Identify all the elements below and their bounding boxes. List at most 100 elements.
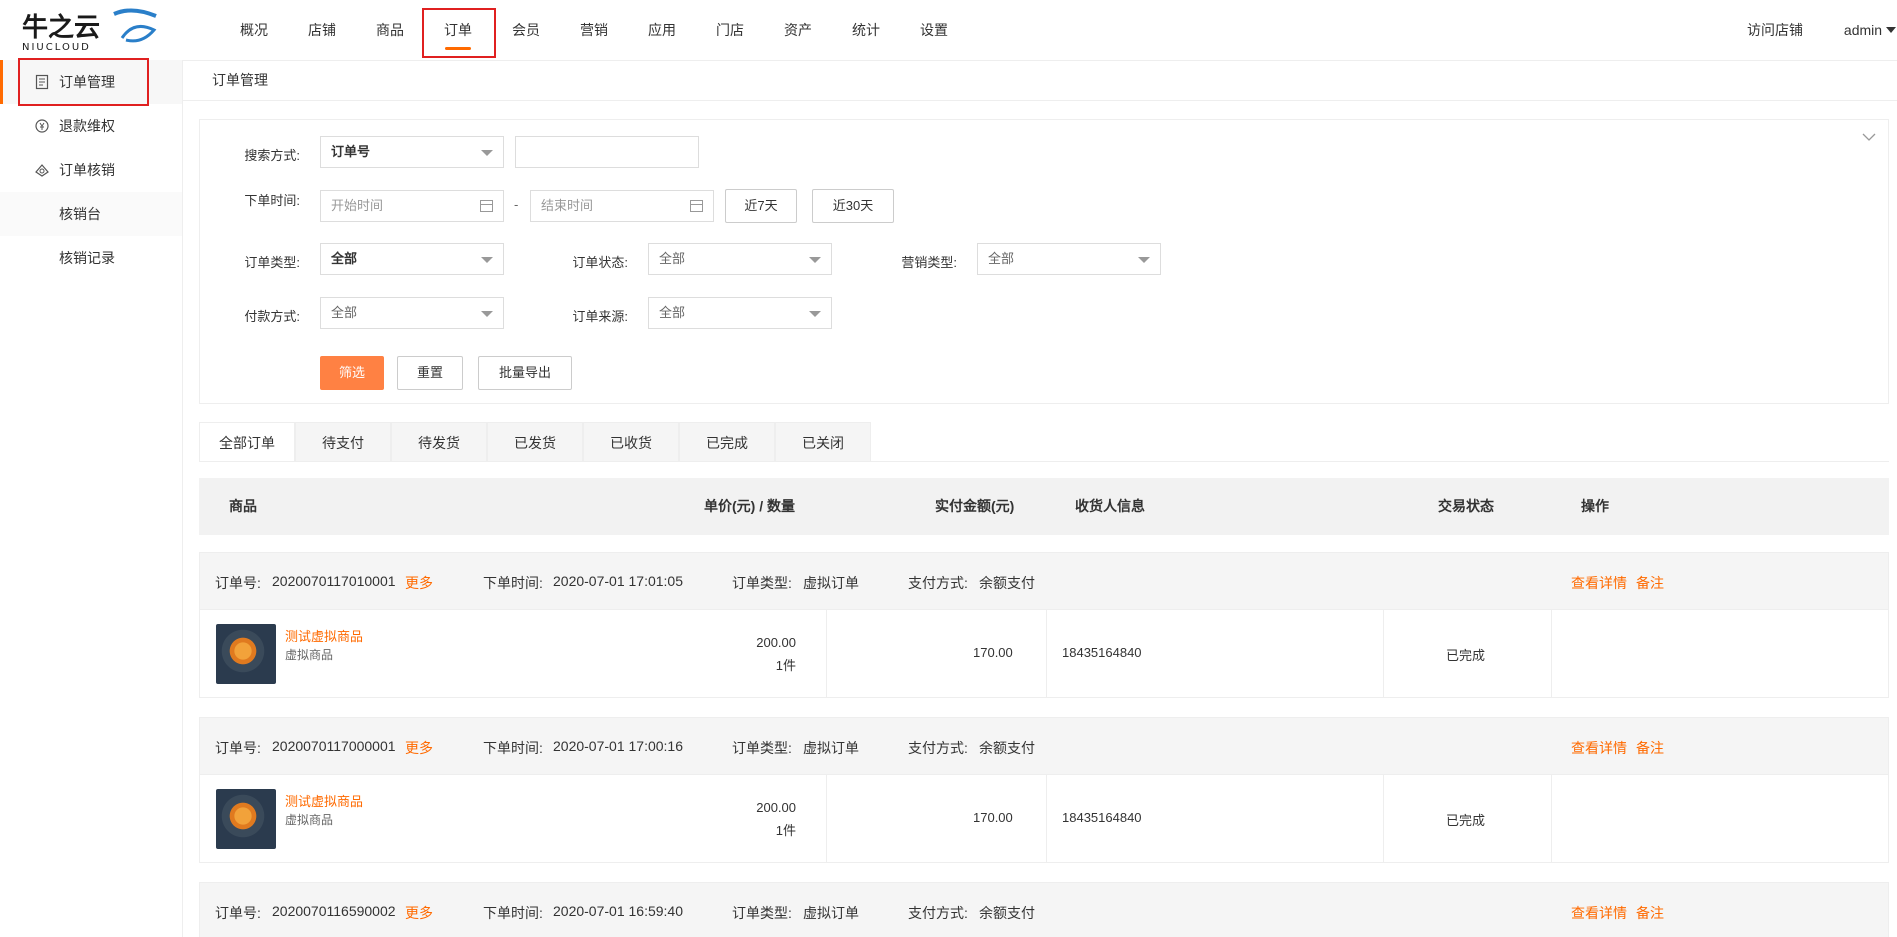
view-detail-link[interactable]: 查看详情 xyxy=(1571,573,1627,593)
marketing-type-select[interactable]: 全部 xyxy=(977,243,1161,275)
end-time-input[interactable]: 结束时间 xyxy=(530,190,714,222)
remark-link[interactable]: 备注 xyxy=(1636,573,1664,593)
nav-overview[interactable]: 概况 xyxy=(234,0,274,60)
highlight-box-nav-order xyxy=(422,8,496,58)
sidebar-item-verify-records[interactable]: 核销记录 xyxy=(0,236,182,280)
sidebar-item-verify-desk[interactable]: 核销台 xyxy=(0,192,182,236)
order-type-select[interactable]: 全部 xyxy=(320,243,504,275)
pay-method-label: 支付方式: xyxy=(908,740,968,756)
tab-received[interactable]: 已收货 xyxy=(583,422,679,462)
marketing-type-value: 全部 xyxy=(988,251,1015,266)
nav-shop[interactable]: 店铺 xyxy=(302,0,342,60)
pay-method: 余额支付 xyxy=(979,575,1035,591)
order-no: 2020070117010001 xyxy=(272,573,396,589)
visit-shop-link[interactable]: 访问店铺 xyxy=(1740,0,1810,60)
order-no: 2020070116590002 xyxy=(272,903,396,919)
remark-link[interactable]: 备注 xyxy=(1636,738,1664,758)
col-paid: 实付金额(元) xyxy=(935,498,1015,514)
pay-method-value: 全部 xyxy=(331,305,358,320)
date-range-dash: - xyxy=(514,197,519,212)
pay-method: 余额支付 xyxy=(979,905,1035,921)
order-no: 2020070117000001 xyxy=(272,738,396,754)
nav-goods[interactable]: 商品 xyxy=(370,0,410,60)
tab-closed[interactable]: 已关闭 xyxy=(775,422,871,462)
reset-button[interactable]: 重置 xyxy=(397,356,463,390)
svg-text:牛之云: 牛之云 xyxy=(22,12,100,43)
cell-divider xyxy=(1046,610,1047,697)
last-30-days-button[interactable]: 近30天 xyxy=(812,189,894,223)
tab-pending-payment[interactable]: 待支付 xyxy=(295,422,391,462)
order-status-value: 全部 xyxy=(659,251,686,266)
batch-export-button[interactable]: 批量导出 xyxy=(478,356,572,390)
order-type-label: 订单类型: xyxy=(732,905,792,921)
more-link[interactable]: 更多 xyxy=(405,738,433,758)
chevron-down-icon xyxy=(809,311,821,317)
nav-stats[interactable]: 统计 xyxy=(846,0,886,60)
refund-icon xyxy=(35,119,49,133)
nav-store[interactable]: 门店 xyxy=(710,0,750,60)
tab-completed[interactable]: 已完成 xyxy=(679,422,775,462)
cell-divider xyxy=(826,775,827,862)
col-goods: 商品 xyxy=(229,498,257,514)
order-status-select[interactable]: 全部 xyxy=(648,243,832,275)
cell-divider xyxy=(1383,610,1384,697)
sidebar-item-verify[interactable]: 订单核销 xyxy=(0,148,182,192)
filter-button[interactable]: 筛选 xyxy=(320,356,384,390)
goods-name-link[interactable]: 测试虚拟商品 xyxy=(285,626,363,645)
view-detail-link[interactable]: 查看详情 xyxy=(1571,903,1627,923)
order-no-label: 订单号: xyxy=(215,740,261,756)
paid-amount: 170.00 xyxy=(973,810,1013,825)
sidebar-item-label: 订单核销 xyxy=(59,162,115,178)
order-table-header: 商品 单价(元) / 数量 实付金额(元) 收货人信息 交易状态 操作 xyxy=(199,478,1889,535)
sidebar: 订单管理 退款维权 订单核销 核销台 核销记录 xyxy=(0,58,183,937)
more-link[interactable]: 更多 xyxy=(405,573,433,593)
receiver-phone: 18435164840 xyxy=(1062,810,1142,825)
breadcrumb: 订单管理 xyxy=(212,72,268,88)
sidebar-item-label: 核销记录 xyxy=(59,250,115,266)
niucloud-logo[interactable]: 牛之云 NIUCLOUD xyxy=(22,8,162,53)
nav-assets[interactable]: 资产 xyxy=(778,0,818,60)
pay-method-select[interactable]: 全部 xyxy=(320,297,504,329)
chevron-down-icon[interactable] xyxy=(1886,27,1896,33)
nav-marketing[interactable]: 营销 xyxy=(574,0,614,60)
trade-status: 已完成 xyxy=(1446,648,1486,663)
tab-all-orders[interactable]: 全部订单 xyxy=(199,422,295,462)
nav-app[interactable]: 应用 xyxy=(642,0,682,60)
marketing-type-label: 营销类型: xyxy=(901,255,957,270)
col-action: 操作 xyxy=(1581,498,1609,514)
last-7-days-button[interactable]: 近7天 xyxy=(725,189,797,223)
sidebar-active-indicator xyxy=(0,60,3,104)
remark-link[interactable]: 备注 xyxy=(1636,903,1664,923)
cell-divider xyxy=(826,610,827,697)
tab-pending-shipment[interactable]: 待发货 xyxy=(391,422,487,462)
start-time-input[interactable]: 开始时间 xyxy=(320,190,504,222)
collapse-chevron-icon[interactable] xyxy=(1862,132,1876,142)
order-source-select[interactable]: 全部 xyxy=(648,297,832,329)
goods-name-link[interactable]: 测试虚拟商品 xyxy=(285,791,363,810)
cell-divider xyxy=(1551,610,1552,697)
verify-icon xyxy=(35,164,49,177)
nav-settings[interactable]: 设置 xyxy=(914,0,954,60)
goods-thumbnail[interactable] xyxy=(216,789,276,849)
filter-panel: 搜索方式: 订单号 下单时间: 开始时间 - 结束时间 近7天 近30天 订单类… xyxy=(199,119,1889,404)
chevron-down-icon xyxy=(809,257,821,263)
order-time-label: 下单时间: xyxy=(483,575,543,591)
more-link[interactable]: 更多 xyxy=(405,903,433,923)
user-menu[interactable]: admin xyxy=(1838,0,1888,60)
goods-subtitle: 虚拟商品 xyxy=(285,813,334,827)
paid-amount: 170.00 xyxy=(973,645,1013,660)
order-type: 虚拟订单 xyxy=(803,575,859,591)
sidebar-item-label: 核销台 xyxy=(59,206,101,222)
pay-method-label: 支付方式: xyxy=(908,575,968,591)
view-detail-link[interactable]: 查看详情 xyxy=(1571,738,1627,758)
sidebar-item-refund[interactable]: 退款维权 xyxy=(0,104,182,148)
order-no-label: 订单号: xyxy=(215,905,261,921)
search-method-select[interactable]: 订单号 xyxy=(320,136,504,168)
nav-member[interactable]: 会员 xyxy=(506,0,546,60)
svg-text:NIUCLOUD: NIUCLOUD xyxy=(22,42,91,52)
order-type: 虚拟订单 xyxy=(803,905,859,921)
tab-shipped[interactable]: 已发货 xyxy=(487,422,583,462)
search-keyword-input[interactable] xyxy=(515,136,699,168)
goods-thumbnail[interactable] xyxy=(216,624,276,684)
col-price-qty: 单价(元) / 数量 xyxy=(704,498,795,514)
